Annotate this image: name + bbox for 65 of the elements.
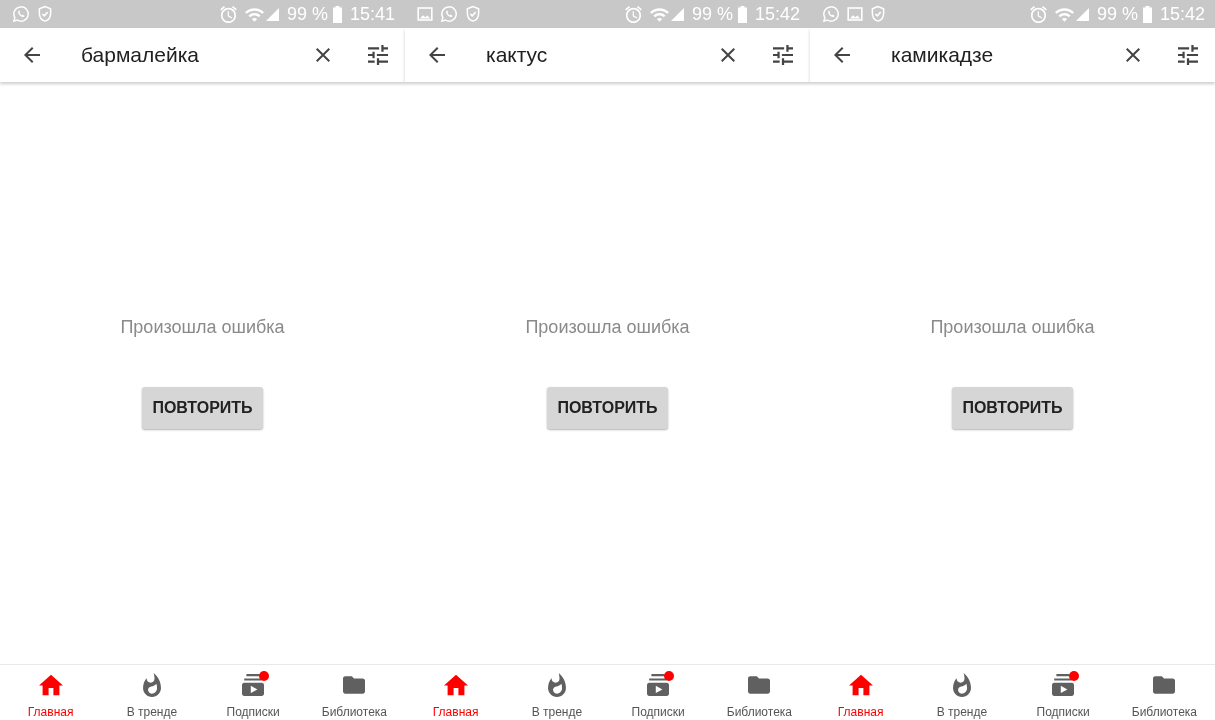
nav-tab[interactable]: Главная xyxy=(405,665,507,720)
alarm-clock-icon xyxy=(624,5,642,23)
nav-tab[interactable]: Главная xyxy=(0,665,102,720)
back-arrow-icon xyxy=(23,47,41,63)
battery-icon xyxy=(332,5,342,23)
error-message: Произошла ошибка xyxy=(525,316,690,339)
nav-tab[interactable]: В тренде xyxy=(101,665,203,720)
battery-icon xyxy=(737,5,747,23)
nav-tab[interactable]: Библиотека xyxy=(1113,665,1215,720)
home-icon xyxy=(848,673,873,697)
search-field[interactable]: кактус xyxy=(486,35,716,75)
flame-icon xyxy=(951,673,972,697)
subscriptions-icon xyxy=(647,674,670,696)
filter-sliders-icon xyxy=(368,45,388,65)
image-icon xyxy=(417,6,433,22)
back-arrow-icon xyxy=(428,47,446,63)
error-message: Произошла ошибка xyxy=(120,316,285,339)
image-icon xyxy=(847,6,863,22)
nav-tab[interactable]: В тренде xyxy=(911,665,1013,720)
filter-button[interactable] xyxy=(1176,43,1200,67)
cell-signal-icon xyxy=(1075,7,1089,21)
folder-icon xyxy=(748,676,771,694)
back-arrow-icon xyxy=(833,47,851,63)
search-field[interactable]: камикадзе xyxy=(891,35,1121,75)
shield-check-icon xyxy=(465,5,481,23)
wifi-icon xyxy=(1054,5,1074,23)
wifi-icon xyxy=(244,5,264,23)
home-icon xyxy=(38,673,63,697)
shield-check-icon xyxy=(37,5,53,23)
close-icon xyxy=(721,48,735,62)
chat-bubble-icon xyxy=(12,5,30,23)
nav-tab[interactable]: В тренде xyxy=(506,665,608,720)
folder-icon xyxy=(343,676,366,694)
close-icon xyxy=(1126,48,1140,62)
nav-tab[interactable]: Библиотека xyxy=(303,665,405,720)
nav-tab[interactable]: Подписки xyxy=(1012,665,1114,720)
retry-button[interactable]: ПОВТОРИТЬ xyxy=(547,387,668,429)
flame-icon xyxy=(546,673,567,697)
search-field[interactable]: бармалейка xyxy=(81,35,311,75)
wifi-icon xyxy=(649,5,669,23)
close-icon xyxy=(316,48,330,62)
error-message: Произошла ошибка xyxy=(930,316,1095,339)
nav-tab[interactable]: Библиотека xyxy=(708,665,810,720)
nav-tab[interactable]: Главная xyxy=(810,665,912,720)
retry-button[interactable]: ПОВТОРИТЬ xyxy=(952,387,1073,429)
chat-bubble-icon xyxy=(822,5,840,23)
filter-button[interactable] xyxy=(366,43,390,67)
battery-icon xyxy=(1142,5,1152,23)
cell-signal-icon xyxy=(265,7,279,21)
alarm-clock-icon xyxy=(1029,5,1047,23)
subscriptions-icon xyxy=(242,674,265,696)
subscriptions-icon xyxy=(1052,674,1075,696)
alarm-clock-icon xyxy=(219,5,237,23)
folder-icon xyxy=(1153,676,1176,694)
nav-tab[interactable]: Подписки xyxy=(607,665,709,720)
shield-check-icon xyxy=(870,5,886,23)
filter-button[interactable] xyxy=(771,43,795,67)
filter-sliders-icon xyxy=(1178,45,1198,65)
nav-tab[interactable]: Подписки xyxy=(202,665,304,720)
filter-sliders-icon xyxy=(773,45,793,65)
flame-icon xyxy=(141,673,162,697)
cell-signal-icon xyxy=(670,7,684,21)
home-icon xyxy=(443,673,468,697)
retry-button[interactable]: ПОВТОРИТЬ xyxy=(142,387,263,429)
chat-bubble-icon xyxy=(440,5,458,23)
